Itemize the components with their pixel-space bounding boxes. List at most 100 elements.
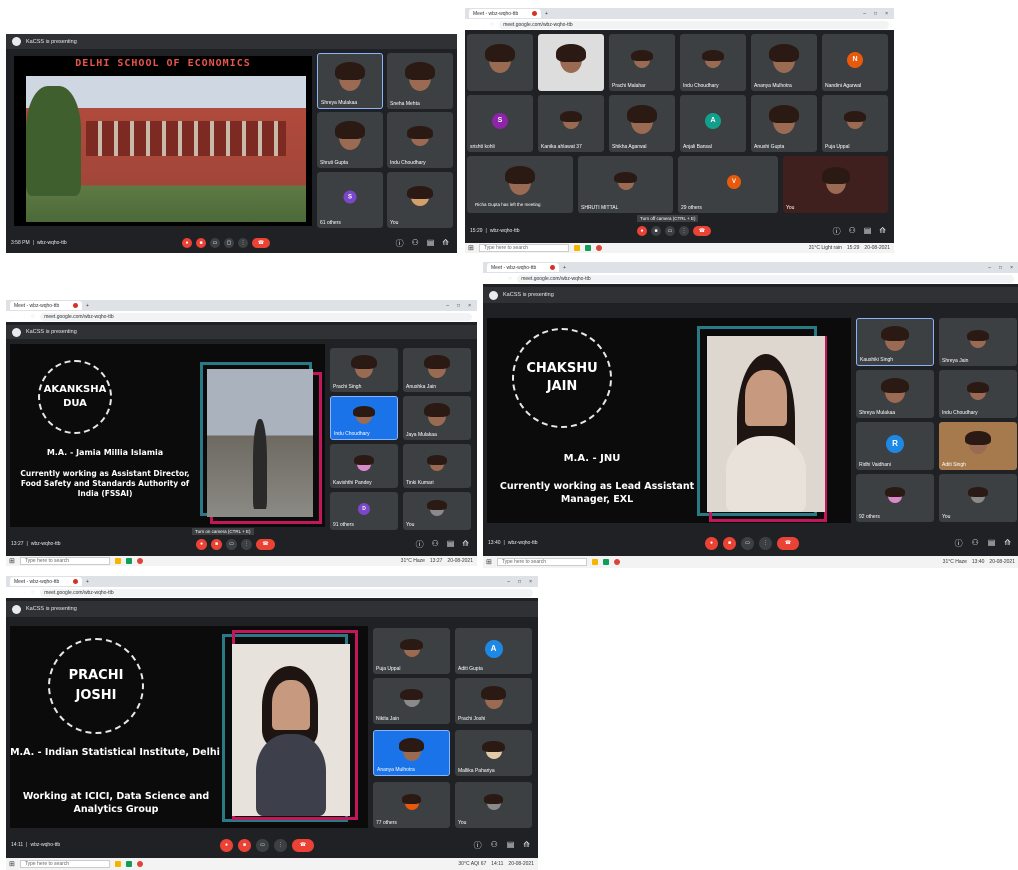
windows-start-icon[interactable]: ⊞ <box>468 244 474 252</box>
minimize-icon[interactable]: – <box>988 265 991 271</box>
back-icon[interactable]: ← <box>11 590 16 596</box>
chrome-icon[interactable] <box>136 558 143 564</box>
reload-icon[interactable]: ⟳ <box>490 22 494 28</box>
taskbar-search-input[interactable]: Type here to search <box>19 860 110 868</box>
captions-button[interactable]: ▭ <box>665 226 675 236</box>
participant-tile[interactable]: Ananya Mulhotra <box>751 34 817 91</box>
others-tile[interactable]: 92 others <box>856 474 934 522</box>
maximize-icon[interactable]: □ <box>874 11 877 17</box>
close-icon[interactable]: × <box>1010 265 1013 271</box>
others-tile[interactable]: D 91 others <box>330 492 398 530</box>
file-explorer-icon[interactable] <box>573 245 580 251</box>
leave-call-button[interactable]: ☎ <box>693 226 711 236</box>
windows-start-icon[interactable]: ⊞ <box>486 558 492 566</box>
others-tile[interactable]: 77 others <box>373 782 450 828</box>
participant-tile[interactable]: Indu Choudhary <box>330 396 398 440</box>
participant-tile[interactable]: Tinki Kumari <box>403 444 471 488</box>
participant-tile[interactable]: Mallika Pahariya <box>455 730 532 776</box>
chat-icon[interactable]: ▤ <box>447 539 455 550</box>
forward-icon[interactable]: → <box>480 22 485 28</box>
forward-icon[interactable]: → <box>498 276 503 282</box>
present-button[interactable]: ▢ <box>224 238 234 248</box>
chat-icon[interactable]: ▤ <box>988 538 996 549</box>
activities-icon[interactable]: ⟰ <box>523 840 530 851</box>
participant-tile[interactable]: Puja Uppal <box>373 628 450 674</box>
info-icon[interactable]: ⓘ <box>416 539 424 550</box>
chat-icon[interactable]: ▤ <box>427 238 435 249</box>
participant-tile[interactable]: Shruti Gupta <box>317 112 383 168</box>
edge-icon[interactable] <box>125 558 132 564</box>
back-icon[interactable]: ← <box>11 314 16 320</box>
leave-call-button[interactable]: ☎ <box>292 838 314 852</box>
people-icon[interactable]: ⚇ <box>412 238 419 249</box>
browser-tab[interactable]: Meet - wbz-wqho-ttb <box>487 263 559 272</box>
participant-tile[interactable]: A Aditi Gupta <box>455 628 532 674</box>
participant-tile[interactable]: Anushka Jain <box>403 348 471 392</box>
captions-button[interactable]: ▭ <box>210 238 220 248</box>
url-input[interactable]: meet.google.com/wbz-wqho-ttb <box>40 312 472 321</box>
chrome-icon[interactable] <box>613 559 620 565</box>
participant-tile[interactable]: Shikha Agarwal <box>609 95 675 152</box>
more-options-button[interactable]: ⋮ <box>759 536 772 550</box>
participant-tile[interactable]: Indu Choudhary <box>939 370 1017 418</box>
chrome-icon[interactable] <box>136 861 143 867</box>
edge-icon[interactable] <box>125 861 132 867</box>
close-icon[interactable]: × <box>885 11 888 17</box>
back-icon[interactable]: ← <box>470 22 475 28</box>
participant-tile[interactable]: Prachi Malahar <box>609 34 675 91</box>
participant-tile[interactable]: Nikita Jain <box>373 678 450 724</box>
participant-tile[interactable] <box>467 34 533 91</box>
people-icon[interactable]: ⚇ <box>849 226 856 237</box>
url-input[interactable]: meet.google.com/wbz-wqho-ttb <box>517 274 1014 283</box>
url-input[interactable]: meet.google.com/wbz-wqho-ttb <box>40 588 533 597</box>
people-icon[interactable]: ⚇ <box>491 840 498 851</box>
edge-icon[interactable] <box>584 245 591 251</box>
camera-off-button[interactable]: ■ <box>238 838 251 852</box>
file-explorer-icon[interactable] <box>591 559 598 565</box>
participant-tile[interactable]: Ssrishti kohli <box>467 95 533 152</box>
url-input[interactable]: meet.google.com/wbz-wqho-ttb <box>499 20 889 29</box>
file-explorer-icon[interactable] <box>114 558 121 564</box>
camera-button[interactable]: ■ <box>651 226 661 236</box>
participant-tile[interactable]: Kavishthi Pandey <box>330 444 398 488</box>
maximize-icon[interactable]: □ <box>457 303 460 309</box>
minimize-icon[interactable]: – <box>446 303 449 309</box>
captions-button[interactable]: ▭ <box>741 536 754 550</box>
back-icon[interactable]: ← <box>488 276 493 282</box>
participant-tile[interactable]: Kaushiki Singh <box>856 318 934 366</box>
participant-tile[interactable]: Aditi Singh <box>939 422 1017 470</box>
windows-start-icon[interactable]: ⊞ <box>9 557 15 565</box>
info-icon[interactable]: ⓘ <box>396 238 404 249</box>
participant-tile[interactable]: Indu Choudhary <box>680 34 746 91</box>
participant-tile[interactable]: Puja Uppal <box>822 95 888 152</box>
taskbar-search-input[interactable]: Type here to search <box>19 557 110 565</box>
participant-tile[interactable]: Kanika ahlawat 37 <box>538 95 604 152</box>
minimize-icon[interactable]: – <box>863 11 866 17</box>
new-tab-icon[interactable]: + <box>563 265 566 271</box>
camera-off-button[interactable]: ■ <box>196 238 206 248</box>
participant-tile[interactable]: Indu Choudhary <box>387 112 453 168</box>
new-tab-icon[interactable]: + <box>86 579 89 585</box>
people-icon[interactable]: ⚇ <box>972 538 979 549</box>
participant-tile[interactable] <box>538 34 604 91</box>
camera-off-button[interactable]: ■ <box>211 538 222 550</box>
chrome-icon[interactable] <box>595 245 602 251</box>
others-tile[interactable]: V 29 others <box>678 156 778 213</box>
maximize-icon[interactable]: □ <box>518 579 521 585</box>
more-options-button[interactable]: ⋮ <box>241 538 252 550</box>
participant-tile[interactable]: Jaya Mulakaa <box>403 396 471 440</box>
mic-off-button[interactable]: ● <box>182 238 192 248</box>
participant-tile[interactable]: N Nandini Agarwal <box>822 34 888 91</box>
mic-off-button[interactable]: ● <box>705 536 718 550</box>
captions-button[interactable]: ▭ <box>256 838 269 852</box>
reload-icon[interactable]: ⟳ <box>31 314 35 320</box>
participant-tile[interactable]: SHRUTI MITTAL <box>578 156 673 213</box>
mic-off-button[interactable]: ● <box>637 226 647 236</box>
participant-tile[interactable]: Shreya Jain <box>939 318 1017 366</box>
participant-tile[interactable]: Anushi Gupta <box>751 95 817 152</box>
info-icon[interactable]: ⓘ <box>955 538 963 549</box>
edge-icon[interactable] <box>602 559 609 565</box>
close-icon[interactable]: × <box>468 303 471 309</box>
info-icon[interactable]: ⓘ <box>833 226 841 237</box>
participant-tile[interactable]: A Anjali Bansal <box>680 95 746 152</box>
